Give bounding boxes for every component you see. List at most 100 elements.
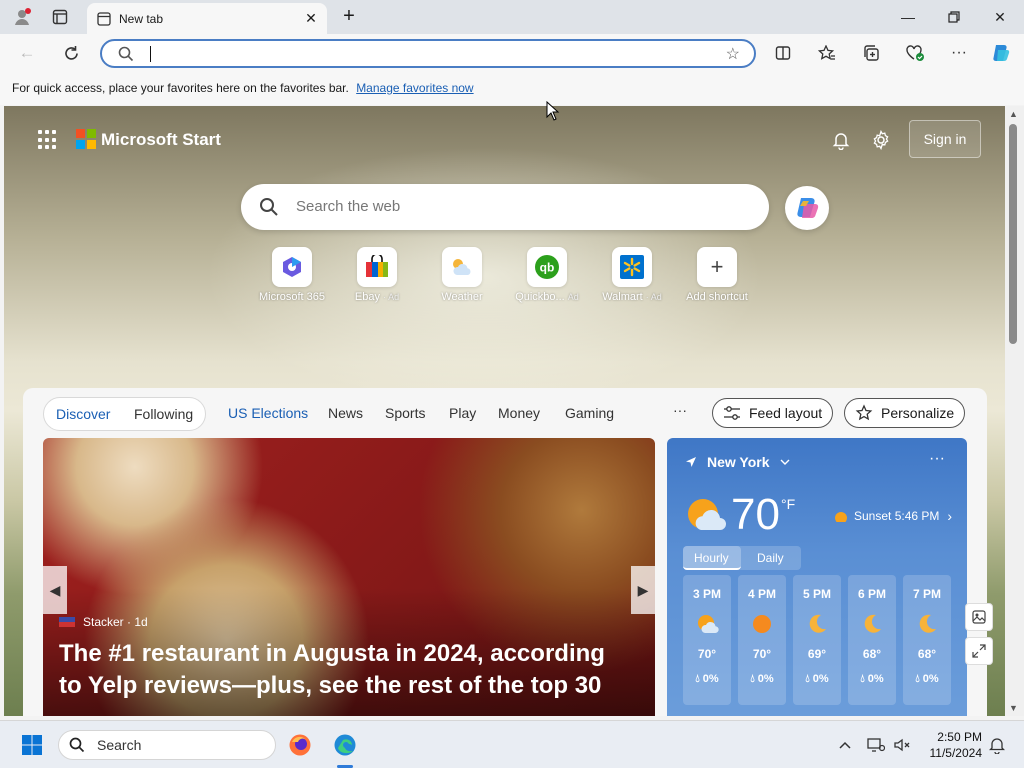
system-clock[interactable]: 2:50 PM 11/5/2024 — [918, 729, 983, 761]
app-launcher-icon[interactable] — [38, 130, 58, 150]
volume-muted-icon[interactable] — [890, 733, 914, 757]
copilot-icon — [797, 198, 819, 218]
tab-daily[interactable]: Daily — [757, 551, 784, 565]
profile-icon[interactable] — [10, 6, 34, 28]
search-icon — [259, 197, 279, 222]
hero-article-card[interactable]: ◀ ▶ Stacker · 1d The #1 restaurant in Au… — [43, 438, 655, 716]
forecast-time: 6 PM — [857, 587, 886, 601]
settings-gear-icon[interactable] — [869, 128, 893, 152]
notifications-bell-icon[interactable] — [829, 128, 853, 152]
favorite-star-icon[interactable]: ☆ — [726, 44, 740, 64]
expand-button[interactable] — [965, 637, 993, 665]
new-tab-page-icon — [97, 11, 111, 26]
tab-new-tab[interactable]: New tab ✕ — [87, 3, 327, 34]
manage-favorites-link[interactable]: Manage favorites now — [356, 81, 473, 95]
article-title[interactable]: The #1 restaurant in Augusta in 2024, ac… — [59, 638, 629, 702]
tab-discover[interactable]: Discover — [56, 406, 110, 422]
browser-essentials-icon[interactable] — [902, 41, 928, 65]
moon-icon — [903, 613, 951, 635]
walmart-icon — [612, 247, 652, 287]
show-hidden-icons-chevron-icon[interactable] — [833, 733, 857, 757]
more-options-icon[interactable]: ··· — [946, 41, 972, 65]
tab-news[interactable]: News — [328, 405, 363, 421]
shortcut-ebay[interactable]: Ebay · Ad — [335, 247, 419, 303]
page-scrollbar[interactable]: ▲ ▼ — [1005, 106, 1024, 716]
tab-money[interactable]: Money — [498, 405, 540, 421]
carousel-next-button[interactable]: ▶ — [631, 566, 655, 614]
tab-sports[interactable]: Sports — [385, 405, 425, 421]
hourly-forecast-item[interactable]: 6 PM 68° 💧︎ 0% — [848, 575, 896, 705]
tab-gaming[interactable]: Gaming — [565, 405, 614, 421]
personalize-label: Personalize — [881, 405, 955, 421]
forecast-time: 7 PM — [912, 587, 941, 601]
forecast-temp: 68° — [862, 647, 882, 661]
shortcut-walmart[interactable]: Walmart · Ad — [590, 247, 674, 303]
address-bar[interactable]: ☆ — [100, 39, 756, 68]
weather-location[interactable]: New York — [685, 454, 790, 470]
shortcut-microsoft-365[interactable]: Microsoft 365 — [250, 247, 334, 303]
shortcut-label: Ebay — [354, 291, 380, 303]
copilot-button[interactable] — [785, 186, 829, 230]
wallpaper-info-button[interactable] — [965, 603, 993, 631]
source-name: Stacker — [83, 615, 124, 629]
refresh-button[interactable] — [58, 41, 84, 65]
forecast-temp: 69° — [807, 647, 827, 661]
scroll-up-arrow-icon[interactable]: ▲ — [1009, 109, 1018, 119]
collections-icon[interactable] — [858, 41, 884, 65]
tab-following[interactable]: Following — [134, 406, 193, 422]
sign-in-button[interactable]: Sign in — [909, 120, 981, 158]
close-window-button[interactable]: ✕ — [982, 4, 1018, 30]
location-name: New York — [707, 454, 770, 470]
weather-card[interactable]: New York ··· 70 °F Sunset 5:46 PM › Hour… — [667, 438, 967, 716]
tab-hourly[interactable]: Hourly — [694, 551, 729, 565]
restore-button[interactable] — [936, 4, 972, 30]
copilot-icon[interactable] — [988, 41, 1014, 65]
shortcut-label: Quickbo... — [515, 291, 565, 303]
feed-layout-button[interactable]: Feed layout — [712, 398, 834, 428]
minimize-button[interactable]: — — [890, 4, 926, 30]
notifications-bell-icon[interactable] — [985, 733, 1009, 757]
ad-label: · Ad — [645, 292, 662, 302]
weather-tabs: Hourly Daily — [683, 546, 801, 570]
forecast-temp: 68° — [917, 647, 937, 661]
new-tab-button[interactable]: + — [338, 6, 360, 28]
shortcut-weather[interactable]: Weather — [420, 247, 504, 303]
network-icon[interactable] — [864, 733, 888, 757]
personalize-button[interactable]: Personalize — [844, 398, 966, 428]
hourly-forecast-item[interactable]: 5 PM 69° 💧︎ 0% — [793, 575, 841, 705]
carousel-prev-button[interactable]: ◀ — [43, 566, 67, 614]
forecast-precip: 0% — [812, 673, 829, 685]
shortcut-label: Weather — [441, 291, 483, 303]
tab-us-elections[interactable]: US Elections — [228, 405, 308, 421]
tab-play[interactable]: Play — [449, 405, 476, 421]
web-search-box[interactable]: Search the web — [241, 184, 769, 230]
hourly-forecast-item[interactable]: 3 PM 70° 💧︎ 0% — [683, 575, 731, 705]
scrollbar-thumb[interactable] — [1009, 124, 1017, 344]
brand-title[interactable]: Microsoft Start — [101, 130, 221, 150]
tab-actions-icon[interactable] — [48, 6, 72, 28]
firefox-icon[interactable] — [288, 733, 312, 757]
back-button[interactable]: ← — [14, 41, 40, 65]
shortcut-quickbooks[interactable]: qb Quickbo... Ad — [505, 247, 589, 303]
favorites-icon[interactable] — [814, 41, 840, 65]
hourly-forecast-item[interactable]: 4 PM 70° 💧︎ 0% — [738, 575, 786, 705]
web-search-placeholder: Search the web — [296, 198, 401, 215]
scroll-down-arrow-icon[interactable]: ▼ — [1009, 703, 1018, 713]
svg-text:qb: qb — [540, 261, 555, 275]
favorites-bar-text: For quick access, place your favorites h… — [12, 81, 349, 95]
more-tabs-button[interactable]: ··· — [673, 402, 687, 418]
title-bar: New tab ✕ + — ✕ — [0, 0, 1024, 34]
weather-more-icon[interactable]: ··· — [929, 450, 945, 468]
stacker-logo — [59, 617, 75, 627]
windows-start-icon[interactable] — [20, 733, 44, 757]
add-shortcut-button[interactable]: + Add shortcut — [675, 247, 759, 303]
split-screen-icon[interactable] — [770, 41, 796, 65]
weather-icon — [442, 247, 482, 287]
hourly-forecast-item[interactable]: 7 PM 68° 💧︎ 0% — [903, 575, 951, 705]
favorites-bar: For quick access, place your favorites h… — [0, 72, 1024, 105]
close-tab-icon[interactable]: ✕ — [301, 10, 321, 27]
sunset-info[interactable]: Sunset 5:46 PM › — [833, 508, 952, 524]
taskbar-search[interactable]: Search — [58, 730, 276, 760]
edge-icon[interactable] — [333, 733, 357, 757]
forecast-time: 3 PM — [692, 587, 721, 601]
